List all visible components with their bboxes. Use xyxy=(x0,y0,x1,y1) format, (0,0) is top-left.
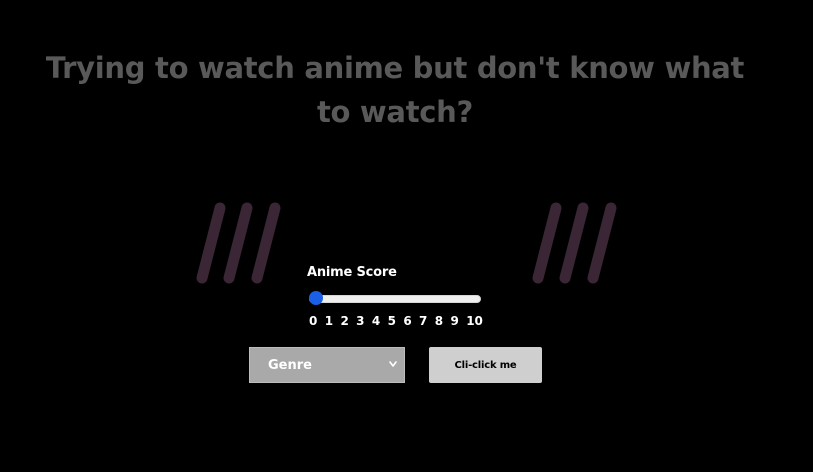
score-tick-label: 8 xyxy=(434,314,444,328)
slider-thumb[interactable] xyxy=(309,291,323,305)
click-me-button[interactable]: Cli-click me xyxy=(429,347,542,383)
score-tick-labels: 0 1 2 3 4 5 6 7 8 9 10 xyxy=(309,313,483,329)
slash-marks-icon xyxy=(532,202,617,284)
left-slash-decoration-icon xyxy=(194,200,286,286)
right-slash-decoration-icon xyxy=(530,200,622,286)
score-tick-label: 1 xyxy=(324,314,334,328)
score-tick-label: 2 xyxy=(340,314,349,328)
score-label: Anime Score xyxy=(307,265,397,280)
page: Trying to watch anime but don't know wha… xyxy=(0,0,813,472)
score-slider[interactable] xyxy=(309,291,481,305)
score-tick-label: 5 xyxy=(387,314,396,328)
score-tick-label: 6 xyxy=(403,314,412,328)
page-headline: Trying to watch anime but don't know wha… xyxy=(45,51,745,129)
score-tick-label: 10 xyxy=(466,314,483,328)
chevron-down-icon xyxy=(389,361,397,367)
score-tick-label: 7 xyxy=(419,314,428,328)
score-tick-label: 4 xyxy=(371,314,381,328)
slash-marks-icon xyxy=(196,202,281,284)
score-tick-label: 9 xyxy=(450,314,459,328)
score-tick-label: 3 xyxy=(356,314,365,328)
genre-select[interactable]: Genre xyxy=(249,347,405,383)
genre-selected-value: Genre xyxy=(268,357,312,373)
score-tick-label: 0 xyxy=(309,314,318,328)
slider-track[interactable] xyxy=(309,295,481,303)
